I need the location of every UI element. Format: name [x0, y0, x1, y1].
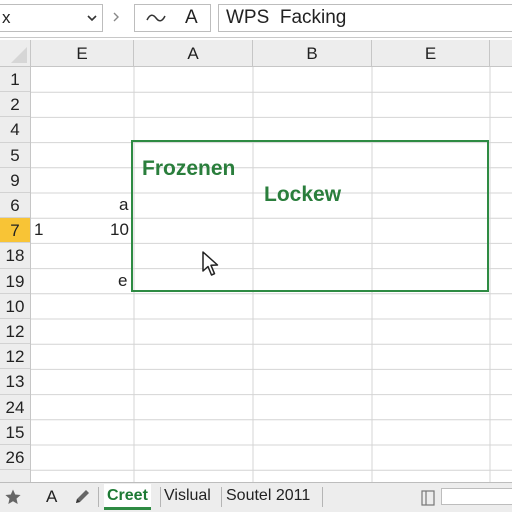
- row-header-selected[interactable]: 7: [0, 218, 30, 244]
- column-header-row: E A B E: [0, 40, 512, 67]
- row-header[interactable]: 24: [0, 395, 30, 420]
- row-header[interactable]: 26: [0, 445, 30, 471]
- row-header[interactable]: 6: [0, 193, 30, 219]
- formula-function-buttons: A: [134, 4, 211, 32]
- formula-text: WPS Facking: [226, 7, 347, 28]
- column-header[interactable]: E: [372, 40, 490, 66]
- star-icon[interactable]: [4, 488, 22, 506]
- row-header[interactable]: 9: [0, 168, 30, 193]
- row-header[interactable]: 1: [0, 67, 30, 93]
- row-header[interactable]: 12: [0, 344, 30, 370]
- wave-icon[interactable]: [145, 11, 167, 25]
- locked-label: Lockew: [264, 183, 342, 206]
- row-header[interactable]: 18: [0, 243, 30, 269]
- name-box[interactable]: x: [0, 4, 103, 32]
- formula-input[interactable]: WPS Facking: [218, 4, 512, 32]
- fx-letter-button[interactable]: A: [185, 7, 198, 29]
- cell-e6[interactable]: a: [119, 195, 128, 215]
- horizontal-scrollbar[interactable]: [441, 488, 512, 505]
- name-box-value: x: [2, 8, 11, 27]
- sheet-tab[interactable]: Soutel 2011: [223, 484, 313, 510]
- row-header[interactable]: 4: [0, 117, 30, 143]
- mouse-pointer-icon: [202, 251, 219, 276]
- chevron-down-icon[interactable]: [86, 11, 98, 25]
- chevron-right-icon: [113, 12, 119, 22]
- formula-bar: x A WPS Facking: [0, 0, 512, 38]
- select-all-triangle-icon: [11, 47, 27, 63]
- row-header[interactable]: 10: [0, 294, 30, 319]
- sheet-tab-bar: A Creet Vislual Soutel 2011: [0, 482, 512, 512]
- pen-icon[interactable]: [72, 487, 92, 507]
- cell-row7-left[interactable]: 1: [34, 220, 43, 240]
- cell-e19[interactable]: e: [118, 271, 127, 291]
- cell-e7[interactable]: 10: [110, 220, 129, 240]
- row-header[interactable]: 2: [0, 92, 30, 118]
- tab-separator: [98, 487, 99, 507]
- tab-separator: [322, 487, 323, 507]
- frozen-region-box: Frozenen Lockew: [131, 140, 489, 292]
- row-header[interactable]: 13: [0, 369, 30, 395]
- scroll-split-icon[interactable]: [420, 489, 436, 507]
- row-header-column: 1 2 4 5 9 6 7 18 19 10 12 12 13 24 15 26: [0, 67, 31, 482]
- sheet-tab-active[interactable]: Creet: [104, 484, 151, 510]
- row-header[interactable]: 19: [0, 269, 30, 294]
- select-all-corner[interactable]: [0, 40, 31, 66]
- row-header[interactable]: 15: [0, 420, 30, 445]
- tab-separator: [221, 487, 222, 507]
- column-header[interactable]: A: [134, 40, 253, 66]
- sheet-tab[interactable]: Vislual: [161, 484, 214, 510]
- row-header[interactable]: 5: [0, 143, 30, 168]
- column-header[interactable]: B: [253, 40, 372, 66]
- column-header[interactable]: E: [31, 40, 134, 66]
- sheet-nav-letter[interactable]: A: [46, 487, 57, 507]
- frozen-label: Frozenen: [142, 157, 236, 180]
- row-header[interactable]: 12: [0, 319, 30, 345]
